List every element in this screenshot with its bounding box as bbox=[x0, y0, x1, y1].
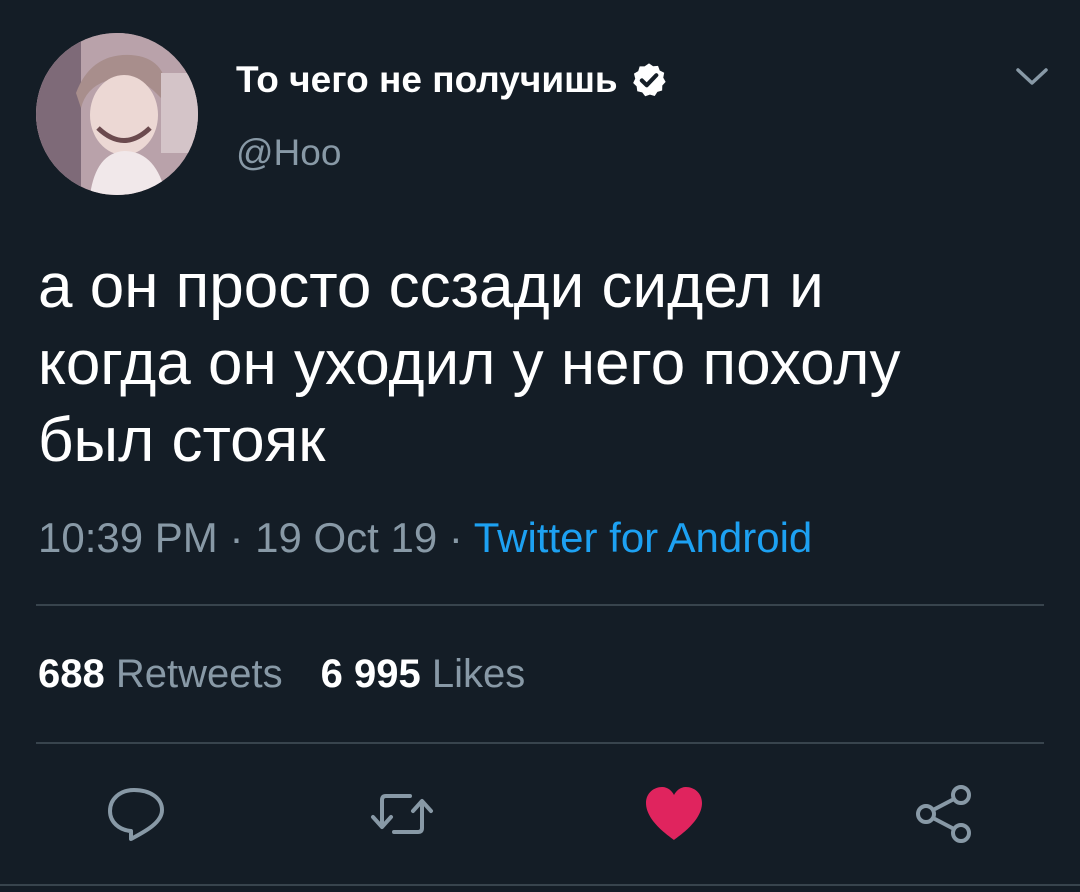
reply-icon[interactable] bbox=[104, 782, 168, 846]
meta-separator: · bbox=[437, 514, 474, 561]
likes-stat[interactable]: 6 995 Likes bbox=[321, 652, 526, 696]
tweet-stats: 688 Retweets 6 995 Likes bbox=[38, 652, 525, 697]
tweet-detail: То чего не получишь @Hoo а он просто ссз… bbox=[0, 0, 1080, 892]
retweet-icon[interactable] bbox=[370, 782, 434, 846]
tweet-date: 19 Oct 19 bbox=[255, 514, 438, 561]
divider bbox=[36, 742, 1044, 744]
tweet-source-link[interactable]: Twitter for Android bbox=[474, 514, 812, 561]
chevron-down-icon[interactable] bbox=[1012, 62, 1052, 92]
likes-count: 6 995 bbox=[320, 652, 421, 696]
share-icon[interactable] bbox=[912, 782, 976, 846]
avatar-image bbox=[36, 33, 198, 195]
heart-icon[interactable] bbox=[642, 782, 706, 846]
tweet-meta: 10:39 PM · 19 Oct 19 · Twitter for Andro… bbox=[38, 514, 812, 562]
tweet-text: а он просто ссзади сидел и когда он уход… bbox=[38, 252, 901, 475]
divider bbox=[0, 884, 1080, 886]
divider bbox=[36, 604, 1044, 606]
tweet-time: 10:39 PM bbox=[38, 514, 218, 561]
author-name-row[interactable]: То чего не получишь bbox=[236, 56, 668, 104]
retweets-stat[interactable]: 688 Retweets bbox=[38, 652, 283, 696]
avatar[interactable] bbox=[36, 33, 198, 195]
likes-label: Likes bbox=[431, 652, 526, 696]
retweets-label: Retweets bbox=[115, 652, 283, 696]
author-handle[interactable]: @Hoo bbox=[236, 132, 341, 174]
retweets-count: 688 bbox=[38, 652, 105, 696]
verified-badge-icon bbox=[632, 63, 666, 97]
meta-separator: · bbox=[217, 514, 256, 561]
display-name[interactable]: То чего не получишь bbox=[236, 59, 618, 101]
